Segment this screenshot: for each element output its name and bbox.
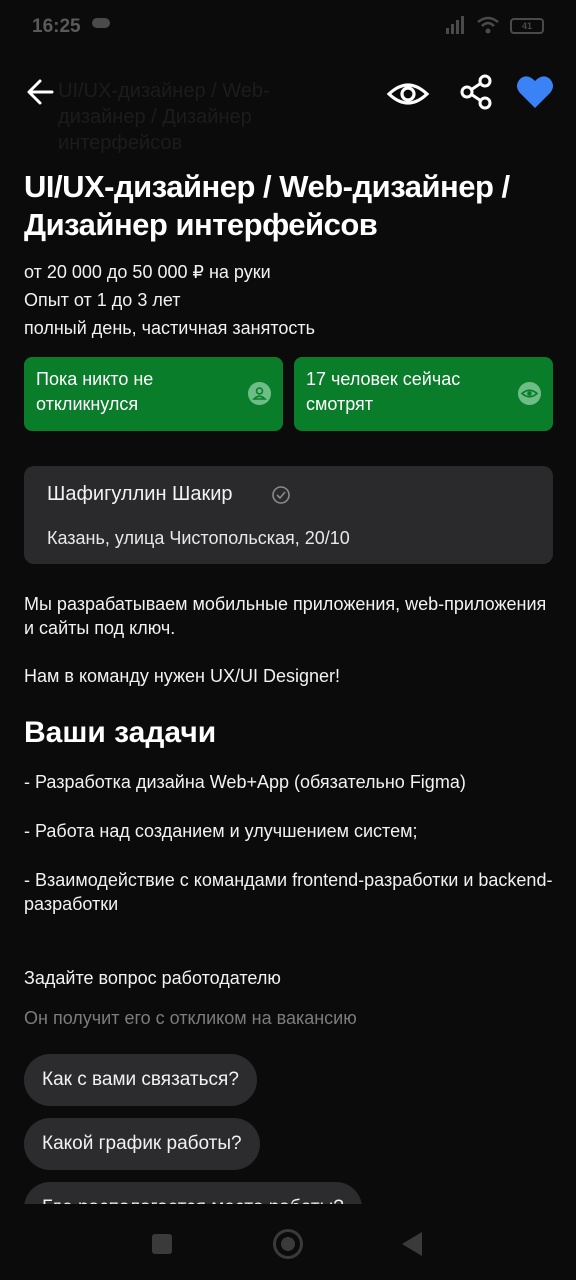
question-chips: Как с вами связаться? Какой график работ… xyxy=(24,1054,554,1204)
schedule: полный день, частичная занятость xyxy=(24,318,316,338)
task-item: - Работа над созданием и улучшением сист… xyxy=(24,821,418,841)
eye-icon[interactable] xyxy=(386,76,430,112)
back-arrow-icon[interactable] xyxy=(22,74,62,110)
tasks-heading: Ваши задачи xyxy=(24,716,217,749)
vacancy-meta: от 20 000 до 50 000 ₽ на руки Опыт от 1 … xyxy=(24,258,554,342)
share-icon[interactable] xyxy=(458,74,494,110)
responses-badge-text: Пока никто не откликнулся xyxy=(36,369,154,414)
employer-card[interactable]: Шафигуллин Шакир Казань, улица Чистополь… xyxy=(24,466,553,564)
cloud-icon xyxy=(92,18,110,28)
salary: от 20 000 до 50 000 ₽ на руки xyxy=(24,262,271,282)
tasks-list: - Разработка дизайна Web+App (обязательн… xyxy=(24,770,554,941)
vacancy-title: UI/UX-дизайнер / Web-дизайнер / Дизайнер… xyxy=(24,169,510,242)
system-back-button[interactable] xyxy=(402,1232,422,1256)
wifi-icon xyxy=(477,16,499,34)
question-chip-schedule[interactable]: Какой график работы? xyxy=(24,1118,260,1170)
description-paragraph: Нам в команду нужен UX/UI Designer! xyxy=(24,666,341,686)
heart-icon[interactable] xyxy=(516,74,554,110)
responses-badge: Пока никто не откликнулся xyxy=(24,357,283,431)
task-item: - Разработка дизайна Web+App (обязательн… xyxy=(24,772,466,792)
description-paragraph: Мы разрабатываем мобильные приложения, w… xyxy=(24,594,547,638)
question-chip-location[interactable]: Где располагается место работы? xyxy=(24,1182,362,1204)
ask-question-subtitle: Он получит его с откликом на вакансию xyxy=(24,1008,357,1028)
recent-apps-button[interactable] xyxy=(152,1234,172,1254)
signal-icon xyxy=(446,16,464,34)
viewers-badge: 17 человек сейчас смотрят xyxy=(294,357,553,431)
employer-name: Шафигуллин Шакир xyxy=(47,483,233,505)
vacancy-screen: 16:25 41 UI/UX-дизайнер / Web-дизайнер /… xyxy=(0,0,576,1280)
employer-address: Казань, улица Чистопольская, 20/10 xyxy=(47,528,350,548)
battery-icon: 41 xyxy=(510,18,544,34)
status-bar: 16:25 41 xyxy=(0,0,576,52)
toolbar-title: UI/UX-дизайнер / Web-дизайнер / Дизайнер… xyxy=(58,80,270,154)
viewers-badge-text: 17 человек сейчас смотрят xyxy=(306,369,461,414)
task-item: - Взаимодействие с командами frontend-ра… xyxy=(24,870,553,914)
verified-check-icon xyxy=(272,486,290,504)
ask-question-title: Задайте вопрос работодателю xyxy=(24,968,281,988)
badges: Пока никто не откликнулся 17 человек сей… xyxy=(24,357,553,431)
experience: Опыт от 1 до 3 лет xyxy=(24,290,181,310)
person-icon xyxy=(248,382,271,405)
home-button[interactable] xyxy=(273,1229,303,1259)
toolbar: UI/UX-дизайнер / Web-дизайнер / Дизайнер… xyxy=(0,60,576,156)
description: Мы разрабатываем мобильные приложения, w… xyxy=(24,592,554,712)
question-chip-contact[interactable]: Как с вами связаться? xyxy=(24,1054,257,1106)
status-time: 16:25 xyxy=(32,16,81,37)
system-nav-bar xyxy=(0,1205,576,1280)
eye-icon xyxy=(518,382,541,405)
